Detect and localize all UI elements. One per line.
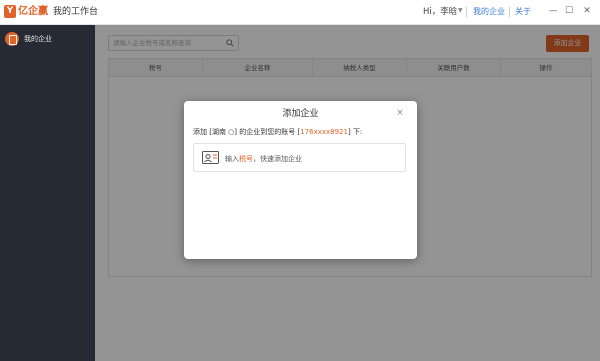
divider xyxy=(466,7,467,17)
my-company-link[interactable]: 我的企业 xyxy=(473,6,505,18)
sidebar-item-label: 我的企业 xyxy=(24,35,52,43)
app-title: 我的工作台 xyxy=(53,7,99,17)
sidebar: 我的企业 xyxy=(0,25,95,361)
add-company-dialog: 添加企业 × 添加 [湖南 ○] 的企业到您的账号 [176xxxx8921] … xyxy=(184,101,417,259)
option-label: 输入税号，快速添加企业 xyxy=(225,154,302,164)
sidebar-item-my-company[interactable]: 我的企业 xyxy=(0,29,95,49)
close-window-button[interactable]: ✕ xyxy=(580,3,594,19)
description-suffix: ] 下: xyxy=(347,128,363,136)
title-bar: Y 亿企赢 我的工作台 Hi，李晗 ▼ 我的企业 关于 — ☐ ✕ xyxy=(0,0,600,25)
option-keyword: 税号 xyxy=(239,155,253,163)
account-number: 176xxxx8921 xyxy=(300,128,348,136)
dialog-description: 添加 [湖南 ○] 的企业到您的账号 [176xxxx8921] 下: xyxy=(193,127,362,137)
user-greeting[interactable]: Hi，李晗 xyxy=(423,6,457,18)
dialog-title: 添加企业 xyxy=(282,109,319,119)
maximize-button[interactable]: ☐ xyxy=(562,3,576,19)
logo-text: 亿企赢 xyxy=(18,6,48,17)
description-prefix: 添加 [湖南 ○] 的企业到您的账号 [ xyxy=(193,128,301,136)
about-link[interactable]: 关于 xyxy=(515,6,531,18)
id-card-icon xyxy=(202,151,219,164)
option-suffix: ，快速添加企业 xyxy=(253,155,302,163)
close-icon[interactable]: × xyxy=(395,107,405,119)
company-icon xyxy=(5,32,19,46)
add-by-tax-id-option[interactable]: 输入税号，快速添加企业 xyxy=(193,143,406,172)
logo-icon: Y xyxy=(4,5,16,18)
minimize-button[interactable]: — xyxy=(546,3,560,19)
divider xyxy=(509,7,510,17)
option-prefix: 输入 xyxy=(225,155,239,163)
caret-down-icon[interactable]: ▼ xyxy=(458,7,463,14)
